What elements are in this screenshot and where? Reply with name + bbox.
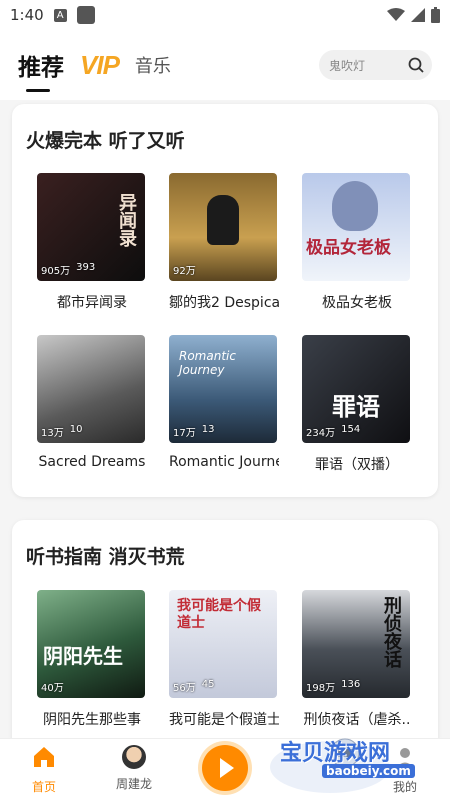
cover-text: 异闻录 bbox=[116, 193, 137, 247]
nav-user[interactable]: 周建龙 bbox=[104, 745, 164, 792]
cover-text: Romantic Journey bbox=[179, 349, 236, 377]
cover-text: 罪语 bbox=[332, 393, 380, 421]
cover-figure bbox=[207, 195, 239, 245]
tab-recommend[interactable]: 推荐 bbox=[18, 48, 64, 92]
book-title: 我可能是个假道士 bbox=[169, 712, 279, 728]
chapter-count: 393 bbox=[76, 262, 96, 273]
book-cover[interactable]: 我可能是个假道士 56万 45 bbox=[169, 590, 277, 698]
search-icon bbox=[408, 57, 424, 73]
book-cover[interactable]: 92万 bbox=[169, 173, 277, 281]
play-count: 17万 bbox=[173, 428, 196, 439]
book-item[interactable]: 13万 10 Sacred Dreams bbox=[37, 335, 147, 470]
status-time: 1:40 bbox=[10, 6, 44, 24]
search-box[interactable]: 鬼吹灯 bbox=[319, 50, 432, 80]
book-item[interactable]: 罪语 234万 154 罪语（双播） bbox=[302, 335, 412, 474]
tab-vip[interactable]: VIP bbox=[80, 50, 120, 81]
cover-figure bbox=[332, 181, 378, 231]
book-cover[interactable]: 极品女老板 bbox=[302, 173, 410, 281]
book-cover[interactable]: 13万 10 bbox=[37, 335, 145, 443]
chapter-count: 154 bbox=[341, 424, 361, 435]
section-title: 火爆完本 听了又听 bbox=[26, 130, 185, 152]
play-count: 198万 bbox=[306, 683, 336, 694]
book-item[interactable]: Romantic Journey 17万 13 Romantic Journe bbox=[169, 335, 279, 470]
chapter-count: 45 bbox=[201, 679, 215, 690]
book-title: 极品女老板 bbox=[322, 295, 392, 311]
search-placeholder: 鬼吹灯 bbox=[329, 58, 366, 73]
play-count: 234万 bbox=[306, 428, 336, 439]
book-cover[interactable]: Romantic Journey 17万 13 bbox=[169, 335, 277, 443]
book-item[interactable]: 阴阳先生 40万 阴阳先生那些事 bbox=[37, 590, 147, 729]
book-title: 都市异闻录 bbox=[57, 295, 127, 311]
section-card-complete: 火爆完本 听了又听 异闻录 905万 393 都市异闻录 92万 鄒的我2 Des… bbox=[12, 104, 438, 497]
book-item[interactable]: 92万 鄒的我2 Despica. bbox=[169, 173, 279, 312]
book-cover[interactable]: 阴阳先生 40万 bbox=[37, 590, 145, 698]
book-title: 鄒的我2 Despica. bbox=[169, 295, 279, 311]
book-cover[interactable]: 异闻录 905万 393 bbox=[37, 173, 145, 281]
play-count: 40万 bbox=[41, 683, 64, 694]
book-item[interactable]: 极品女老板 极品女老板 bbox=[302, 173, 412, 312]
wifi-icon bbox=[387, 8, 405, 21]
book-title: 罪语（双播） bbox=[315, 457, 399, 473]
nav-user-label: 周建龙 bbox=[115, 777, 152, 791]
section-title: 听书指南 消灭书荒 bbox=[26, 546, 185, 568]
chapter-count: 10 bbox=[69, 424, 83, 435]
book-title: Sacred Dreams bbox=[38, 454, 146, 470]
notification-square-icon bbox=[76, 6, 95, 24]
cover-text: 极品女老板 bbox=[306, 238, 391, 258]
book-title: 刑侦夜话（虐杀.. bbox=[303, 712, 411, 728]
tab-music[interactable]: 音乐 bbox=[135, 52, 171, 78]
book-title: Romantic Journe bbox=[169, 454, 279, 470]
watermark-line2: baobeiy.com bbox=[322, 764, 415, 778]
book-cover[interactable]: 刑侦夜话 198万 136 bbox=[302, 590, 410, 698]
battery-icon bbox=[431, 7, 440, 23]
book-cover[interactable]: 罪语 234万 154 bbox=[302, 335, 410, 443]
cover-text: 我可能是个假道士 bbox=[177, 598, 261, 631]
status-bar: 1:40 A bbox=[0, 0, 450, 30]
book-title: 阴阳先生那些事 bbox=[43, 712, 141, 728]
watermark-line1: 宝贝游戏网 bbox=[280, 741, 391, 766]
cover-text: 刑侦夜话 bbox=[381, 596, 402, 668]
play-count: 905万 bbox=[41, 266, 71, 277]
book-item[interactable]: 异闻录 905万 393 都市异闻录 bbox=[37, 173, 147, 312]
signal-icon bbox=[411, 8, 425, 22]
book-item[interactable]: 刑侦夜话 198万 136 刑侦夜话（虐杀.. bbox=[302, 590, 412, 729]
chapter-count: 136 bbox=[341, 679, 361, 690]
book-item[interactable]: 我可能是个假道士 56万 45 我可能是个假道士 bbox=[169, 590, 279, 729]
watermark-logo: 宝贝游戏网 baobeiy.com bbox=[270, 735, 445, 795]
user-avatar bbox=[122, 745, 146, 769]
section-card-guide: 听书指南 消灭书荒 阴阳先生 40万 阴阳先生那些事 我可能是个假道士 56万 4… bbox=[12, 520, 438, 750]
play-count: 13万 bbox=[41, 428, 64, 439]
nav-home-label: 首页 bbox=[31, 780, 56, 794]
play-count: 92万 bbox=[173, 266, 196, 277]
home-icon bbox=[34, 747, 54, 767]
play-button[interactable] bbox=[202, 745, 248, 791]
play-count: 56万 bbox=[173, 683, 196, 694]
notification-a-icon: A bbox=[53, 8, 67, 22]
top-header: 推荐 VIP 音乐 鬼吹灯 bbox=[0, 30, 450, 100]
nav-home[interactable]: 首页 bbox=[14, 745, 74, 795]
cover-text: 阴阳先生 bbox=[43, 644, 123, 668]
chapter-count: 13 bbox=[201, 424, 215, 435]
